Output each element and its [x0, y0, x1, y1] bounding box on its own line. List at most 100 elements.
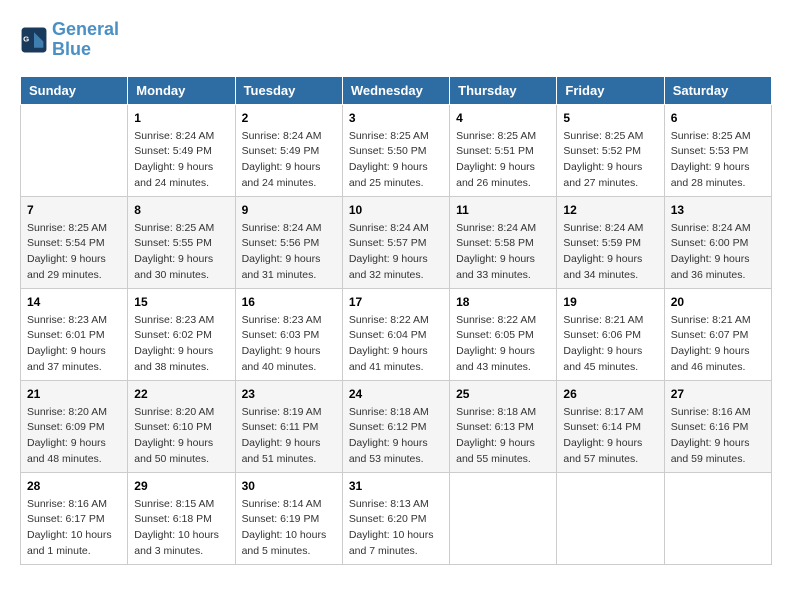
day-header-sunday: Sunday: [21, 76, 128, 104]
day-cell: 5Sunrise: 8:25 AM Sunset: 5:52 PM Daylig…: [557, 104, 664, 196]
day-cell: 17Sunrise: 8:22 AM Sunset: 6:04 PM Dayli…: [342, 288, 449, 380]
day-info: Sunrise: 8:19 AM Sunset: 6:11 PM Dayligh…: [242, 405, 336, 468]
day-cell: 22 Sunrise: 8:20 AM Sunset: 6:10 PM Dayli…: [128, 380, 235, 472]
day-number: 5: [563, 109, 657, 127]
day-cell: 6 Sunrise: 8:25 AM Sunset: 5:53 PM Daylig…: [664, 104, 771, 196]
day-info: Sunrise: 8:22 AM Sunset: 6:05 PM Dayligh…: [456, 313, 550, 376]
day-info: Sunrise: 8:24 AM Sunset: 5:57 PM Dayligh…: [349, 221, 443, 284]
page-header: G General Blue: [20, 20, 772, 60]
day-cell: 14 Sunrise: 8:23 AM Sunset: 6:01 PM Dayli…: [21, 288, 128, 380]
day-cell: 29Sunrise: 8:15 AM Sunset: 6:18 PM Dayli…: [128, 472, 235, 564]
day-number: 3: [349, 109, 443, 127]
day-cell: 8 Sunrise: 8:25 AM Sunset: 5:55 PM Daylig…: [128, 196, 235, 288]
day-cell: 19 Sunrise: 8:21 AM Sunset: 6:06 PM Dayli…: [557, 288, 664, 380]
day-info: Sunrise: 8:20 AM Sunset: 6:09 PM Dayligh…: [27, 405, 121, 468]
day-number: 9: [242, 201, 336, 219]
day-cell: 27 Sunrise: 8:16 AM Sunset: 6:16 PM Dayli…: [664, 380, 771, 472]
day-cell: 30Sunrise: 8:14 AM Sunset: 6:19 PM Dayli…: [235, 472, 342, 564]
day-info: Sunrise: 8:17 AM Sunset: 6:14 PM Dayligh…: [563, 405, 657, 468]
week-row-2: 7 Sunrise: 8:25 AM Sunset: 5:54 PM Daylig…: [21, 196, 772, 288]
day-cell: [557, 472, 664, 564]
day-cell: 9 Sunrise: 8:24 AM Sunset: 5:56 PM Daylig…: [235, 196, 342, 288]
logo-icon: G: [20, 26, 48, 54]
day-header-wednesday: Wednesday: [342, 76, 449, 104]
day-info: Sunrise: 8:20 AM Sunset: 6:10 PM Dayligh…: [134, 405, 228, 468]
day-info: Sunrise: 8:18 AM Sunset: 6:12 PM Dayligh…: [349, 405, 443, 468]
day-info: Sunrise: 8:21 AM Sunset: 6:06 PM Dayligh…: [563, 313, 657, 376]
day-info: Sunrise: 8:24 AM Sunset: 5:49 PM Dayligh…: [242, 129, 336, 192]
day-cell: 2 Sunrise: 8:24 AM Sunset: 5:49 PM Daylig…: [235, 104, 342, 196]
day-number: 24: [349, 385, 443, 403]
day-number: 6: [671, 109, 765, 127]
day-cell: 15 Sunrise: 8:23 AM Sunset: 6:02 PM Dayli…: [128, 288, 235, 380]
day-info: Sunrise: 8:23 AM Sunset: 6:02 PM Dayligh…: [134, 313, 228, 376]
day-number: 31: [349, 477, 443, 495]
day-cell: 31Sunrise: 8:13 AM Sunset: 6:20 PM Dayli…: [342, 472, 449, 564]
day-cell: 18 Sunrise: 8:22 AM Sunset: 6:05 PM Dayli…: [450, 288, 557, 380]
week-row-4: 21 Sunrise: 8:20 AM Sunset: 6:09 PM Dayli…: [21, 380, 772, 472]
day-cell: [450, 472, 557, 564]
day-number: 14: [27, 293, 121, 311]
logo-text: General Blue: [52, 20, 119, 60]
calendar-table: SundayMondayTuesdayWednesdayThursdayFrid…: [20, 76, 772, 565]
day-info: Sunrise: 8:25 AM Sunset: 5:55 PM Dayligh…: [134, 221, 228, 284]
day-number: 2: [242, 109, 336, 127]
day-header-friday: Friday: [557, 76, 664, 104]
logo: G General Blue: [20, 20, 119, 60]
day-number: 13: [671, 201, 765, 219]
day-number: 18: [456, 293, 550, 311]
header-row: SundayMondayTuesdayWednesdayThursdayFrid…: [21, 76, 772, 104]
day-number: 26: [563, 385, 657, 403]
day-header-monday: Monday: [128, 76, 235, 104]
day-info: Sunrise: 8:21 AM Sunset: 6:07 PM Dayligh…: [671, 313, 765, 376]
day-cell: 26 Sunrise: 8:17 AM Sunset: 6:14 PM Dayli…: [557, 380, 664, 472]
day-cell: [21, 104, 128, 196]
day-cell: 7 Sunrise: 8:25 AM Sunset: 5:54 PM Daylig…: [21, 196, 128, 288]
day-info: Sunrise: 8:24 AM Sunset: 5:59 PM Dayligh…: [563, 221, 657, 284]
day-cell: 23 Sunrise: 8:19 AM Sunset: 6:11 PM Dayli…: [235, 380, 342, 472]
day-cell: [664, 472, 771, 564]
day-info: Sunrise: 8:16 AM Sunset: 6:16 PM Dayligh…: [671, 405, 765, 468]
day-info: Sunrise: 8:23 AM Sunset: 6:01 PM Dayligh…: [27, 313, 121, 376]
day-cell: 11 Sunrise: 8:24 AM Sunset: 5:58 PM Dayli…: [450, 196, 557, 288]
day-cell: 21 Sunrise: 8:20 AM Sunset: 6:09 PM Dayli…: [21, 380, 128, 472]
day-number: 7: [27, 201, 121, 219]
day-number: 21: [27, 385, 121, 403]
day-number: 4: [456, 109, 550, 127]
day-cell: 24 Sunrise: 8:18 AM Sunset: 6:12 PM Dayli…: [342, 380, 449, 472]
day-number: 20: [671, 293, 765, 311]
day-number: 29: [134, 477, 228, 495]
day-info: Sunrise: 8:24 AM Sunset: 5:58 PM Dayligh…: [456, 221, 550, 284]
day-info: Sunrise: 8:16 AM Sunset: 6:17 PM Dayligh…: [27, 497, 121, 560]
day-info: Sunrise: 8:25 AM Sunset: 5:54 PM Dayligh…: [27, 221, 121, 284]
day-number: 28: [27, 477, 121, 495]
day-info: Sunrise: 8:22 AM Sunset: 6:04 PM Dayligh…: [349, 313, 443, 376]
day-number: 11: [456, 201, 550, 219]
day-number: 8: [134, 201, 228, 219]
day-info: Sunrise: 8:24 AM Sunset: 5:49 PM Dayligh…: [134, 129, 228, 192]
day-info: Sunrise: 8:14 AM Sunset: 6:19 PM Dayligh…: [242, 497, 336, 560]
day-cell: 1 Sunrise: 8:24 AM Sunset: 5:49 PM Daylig…: [128, 104, 235, 196]
day-cell: 28 Sunrise: 8:16 AM Sunset: 6:17 PM Dayli…: [21, 472, 128, 564]
day-number: 27: [671, 385, 765, 403]
day-info: Sunrise: 8:25 AM Sunset: 5:50 PM Dayligh…: [349, 129, 443, 192]
day-number: 15: [134, 293, 228, 311]
day-number: 23: [242, 385, 336, 403]
day-number: 25: [456, 385, 550, 403]
day-cell: 4Sunrise: 8:25 AM Sunset: 5:51 PM Daylig…: [450, 104, 557, 196]
day-number: 1: [134, 109, 228, 127]
svg-text:G: G: [23, 34, 29, 43]
day-cell: 3 Sunrise: 8:25 AM Sunset: 5:50 PM Daylig…: [342, 104, 449, 196]
day-number: 22: [134, 385, 228, 403]
day-number: 16: [242, 293, 336, 311]
day-cell: 20 Sunrise: 8:21 AM Sunset: 6:07 PM Dayli…: [664, 288, 771, 380]
day-number: 19: [563, 293, 657, 311]
day-header-saturday: Saturday: [664, 76, 771, 104]
day-info: Sunrise: 8:25 AM Sunset: 5:53 PM Dayligh…: [671, 129, 765, 192]
day-number: 10: [349, 201, 443, 219]
day-info: Sunrise: 8:24 AM Sunset: 5:56 PM Dayligh…: [242, 221, 336, 284]
day-info: Sunrise: 8:23 AM Sunset: 6:03 PM Dayligh…: [242, 313, 336, 376]
day-header-tuesday: Tuesday: [235, 76, 342, 104]
day-cell: 25Sunrise: 8:18 AM Sunset: 6:13 PM Dayli…: [450, 380, 557, 472]
day-info: Sunrise: 8:24 AM Sunset: 6:00 PM Dayligh…: [671, 221, 765, 284]
